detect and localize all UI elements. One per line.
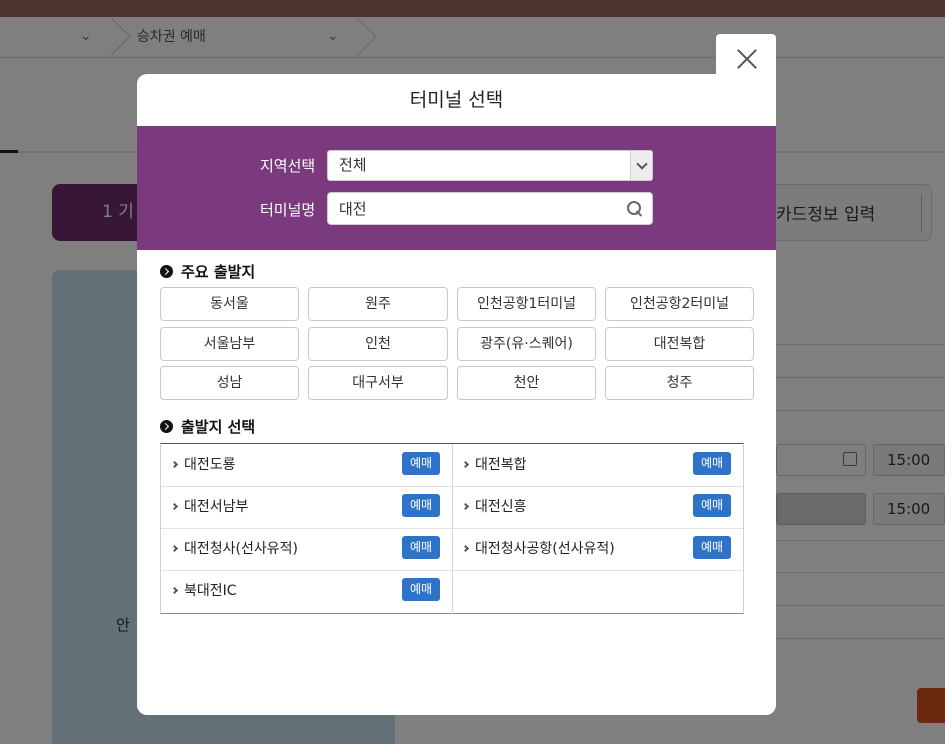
major-terminal-button[interactable]: 서울남부 xyxy=(160,327,299,361)
reserve-button[interactable]: 예매 xyxy=(402,536,440,559)
departure-item[interactable]: 북대전IC 예매 xyxy=(161,570,452,612)
reserve-button[interactable]: 예매 xyxy=(402,578,440,601)
modal-title: 터미널 선택 xyxy=(409,89,504,111)
departure-name[interactable]: 대전청사공항(선사유적) xyxy=(475,541,615,557)
chevron-right-icon xyxy=(461,502,470,511)
reserve-button[interactable]: 예매 xyxy=(402,494,440,517)
region-select[interactable]: 전체 xyxy=(327,150,653,181)
departure-name[interactable]: 대전복합 xyxy=(475,457,527,473)
departure-item[interactable]: 대전복합 예매 xyxy=(452,444,743,486)
departure-name[interactable]: 대전도룡 xyxy=(184,457,236,473)
major-terminal-button[interactable]: 청주 xyxy=(605,366,754,400)
terminal-select-modal: 터미널 선택 지역선택 전체 터미널명 주요 출발지 동서울 원주 인천공항1터… xyxy=(137,74,776,715)
departure-item[interactable]: 대전청사공항(선사유적) 예매 xyxy=(452,528,743,570)
chevron-right-icon xyxy=(170,586,179,595)
chevron-right-icon xyxy=(170,544,179,553)
departure-select-heading: 출발지 선택 xyxy=(160,416,255,437)
reserve-button[interactable]: 예매 xyxy=(402,452,440,475)
departure-name[interactable]: 대전신흥 xyxy=(475,499,527,515)
chevron-circle-icon xyxy=(160,265,173,278)
major-terminal-button[interactable]: 대구서부 xyxy=(308,366,448,400)
departure-name[interactable]: 대전청사(선사유적) xyxy=(184,541,298,557)
major-terminal-button[interactable]: 인천 xyxy=(308,327,448,361)
departure-item[interactable]: 대전신흥 예매 xyxy=(452,486,743,528)
region-select-value: 전체 xyxy=(339,156,367,174)
departure-item[interactable]: 대전서남부 예매 xyxy=(161,486,452,528)
search-icon[interactable] xyxy=(627,201,644,218)
major-terminal-grid: 동서울 원주 인천공항1터미널 인천공항2터미널 서울남부 인천 광주(유·스퀘… xyxy=(160,287,755,400)
departure-name[interactable]: 대전서남부 xyxy=(184,499,248,515)
major-terminal-button[interactable]: 동서울 xyxy=(160,287,299,321)
region-label: 지역선택 xyxy=(260,157,316,175)
search-panel: 지역선택 전체 터미널명 xyxy=(137,126,776,250)
departure-item[interactable]: 대전도룡 예매 xyxy=(161,444,452,486)
terminal-label: 터미널명 xyxy=(260,201,316,219)
major-terminal-button[interactable]: 인천공항2터미널 xyxy=(605,287,754,321)
chevron-circle-icon xyxy=(160,420,173,433)
chevron-down-icon[interactable] xyxy=(630,151,652,180)
major-departures-heading: 주요 출발지 xyxy=(160,261,255,282)
reserve-button[interactable]: 예매 xyxy=(693,494,731,517)
terminal-search-input[interactable] xyxy=(327,192,653,225)
close-icon[interactable] xyxy=(737,49,757,69)
major-terminal-button[interactable]: 원주 xyxy=(308,287,448,321)
departure-name[interactable]: 북대전IC xyxy=(184,583,237,599)
chevron-right-icon xyxy=(461,544,470,553)
departure-item[interactable]: 대전청사(선사유적) 예매 xyxy=(161,528,452,570)
major-terminal-button[interactable]: 대전복합 xyxy=(605,327,754,361)
reserve-button[interactable]: 예매 xyxy=(693,536,731,559)
chevron-right-icon xyxy=(170,460,179,469)
major-terminal-button[interactable]: 광주(유·스퀘어) xyxy=(457,327,596,361)
major-terminal-button[interactable]: 인천공항1터미널 xyxy=(457,287,596,321)
reserve-button[interactable]: 예매 xyxy=(693,452,731,475)
chevron-right-icon xyxy=(170,502,179,511)
departure-table: 대전도룡 예매 대전복합 예매 대전서남부 예매 대전신흥 예매 대전청사(선사… xyxy=(160,443,744,614)
major-terminal-button[interactable]: 성남 xyxy=(160,366,299,400)
major-terminal-button[interactable]: 천안 xyxy=(457,366,596,400)
chevron-right-icon xyxy=(461,460,470,469)
